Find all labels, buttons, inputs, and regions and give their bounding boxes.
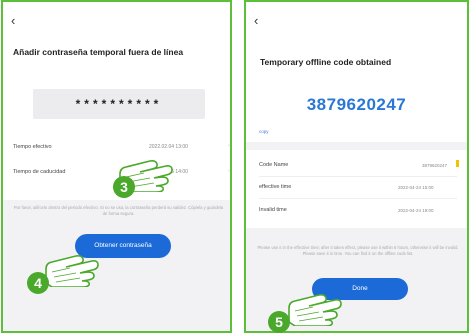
invalid-time-value: 2022-04-24 19:00 (398, 208, 434, 213)
password-display: ********** (33, 89, 205, 119)
chevron-right-icon: › (228, 168, 230, 174)
bottom-panel (3, 200, 230, 331)
divider (259, 176, 457, 177)
page-title: Temporary offline code obtained (260, 57, 392, 67)
divider (259, 198, 457, 199)
back-arrow-icon[interactable]: ‹ (11, 14, 15, 27)
step-5-badge: 5 (268, 311, 290, 333)
effective-time-label: Tiempo efectivo (13, 144, 52, 150)
invalid-time-label: Invalid time (259, 207, 287, 213)
offline-code: 3879620247 (306, 95, 407, 114)
pointing-hand-icon (45, 255, 99, 287)
page-title: Añadir contraseña temporal fuera de líne… (13, 47, 184, 57)
copy-link[interactable]: copy (259, 129, 269, 134)
effective-time-value: 2022-04-24 15:00 (398, 185, 434, 190)
chevron-right-icon: › (228, 143, 230, 149)
step-3-badge: 3 (113, 176, 135, 198)
effective-time-label: effective time (259, 184, 292, 190)
step-4-badge: 4 (27, 272, 49, 294)
expiry-time-label: Tiempo de caducidad (13, 169, 66, 175)
section-separator (246, 142, 467, 150)
back-arrow-icon[interactable]: ‹ (254, 14, 258, 27)
code-name-label: Code Name (259, 162, 289, 168)
code-name-value[interactable]: 3879620247 (422, 163, 447, 168)
pointing-hand-icon (288, 294, 342, 326)
usage-note: Por favor, utilícelo dentro del periodo … (13, 205, 224, 217)
usage-note: Please use it in the effective time; aft… (257, 245, 459, 257)
edit-marker-icon (456, 160, 459, 167)
right-phone-screen: ‹ Temporary offline code obtained 387962… (244, 0, 469, 333)
